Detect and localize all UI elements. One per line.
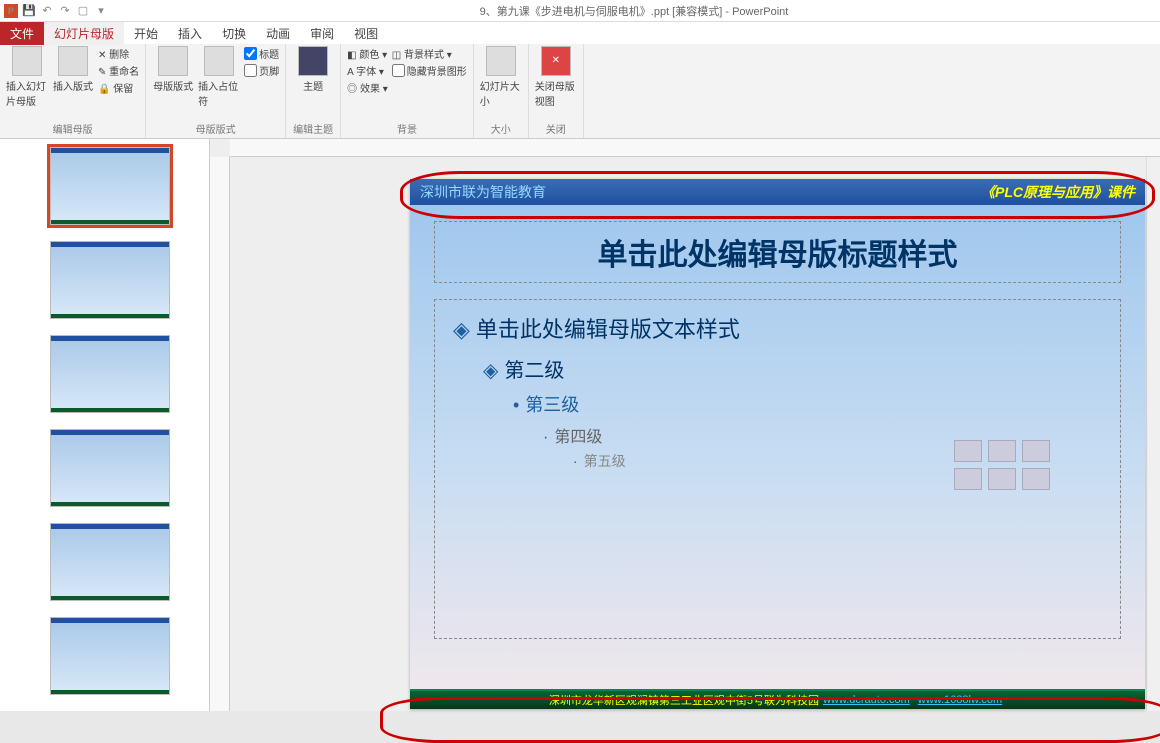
footer-address: 深圳市龙华新区观澜镇第三工业区观中街5号联为科技园 bbox=[549, 692, 819, 708]
close-master-button[interactable]: ✕关闭母版视图 bbox=[535, 46, 577, 108]
work-area: 深圳市联为智能教育 《PLC原理与应用》课件 单击此处编辑母版标题样式 ◈单击此… bbox=[0, 139, 1160, 711]
tab-file[interactable]: 文件 bbox=[0, 22, 44, 45]
start-slideshow-icon[interactable]: ▢ bbox=[76, 4, 90, 18]
powerpoint-icon: P bbox=[4, 4, 18, 18]
redo-icon[interactable]: ↷ bbox=[58, 4, 72, 18]
title-bar: P 💾 ↶ ↷ ▢ ▾ 9、第九课《步进电机与伺服电机》.ppt [兼容模式] … bbox=[0, 0, 1160, 22]
footer-link-2[interactable]: www.1688lw.com bbox=[918, 694, 1002, 706]
title-checkbox[interactable]: 标题 bbox=[244, 46, 279, 61]
insert-smartart-icon[interactable] bbox=[1022, 440, 1050, 462]
vertical-scrollbar[interactable] bbox=[1146, 157, 1160, 711]
insert-slide-master-button[interactable]: 插入幻灯片母版 bbox=[6, 46, 48, 108]
tab-slide-master[interactable]: 幻灯片母版 bbox=[44, 22, 124, 45]
master-layout-button[interactable]: 母版版式 bbox=[152, 46, 194, 93]
ribbon: 插入幻灯片母版 插入版式 ✕ 删除 ✎ 重命名 🔒 保留 编辑母版 母版版式 插… bbox=[0, 44, 1160, 139]
slide-header-bar: 深圳市联为智能教育 《PLC原理与应用》课件 bbox=[410, 179, 1145, 205]
thumbnail-layout[interactable] bbox=[50, 335, 170, 413]
thumbnail-master[interactable] bbox=[50, 147, 170, 225]
qat-dropdown-icon[interactable]: ▾ bbox=[94, 4, 108, 18]
delete-button[interactable]: ✕ 删除 bbox=[98, 46, 139, 61]
text-level-2: ◈第二级 bbox=[483, 354, 1102, 383]
text-level-1: ◈单击此处编辑母版文本样式 bbox=[453, 312, 1102, 344]
footer-link-1[interactable]: www.dcrauto.com bbox=[823, 694, 910, 706]
thumbnail-pane[interactable] bbox=[0, 139, 210, 711]
tab-review[interactable]: 审阅 bbox=[300, 22, 344, 45]
ribbon-group-size: 幻灯片大小 大小 bbox=[474, 44, 529, 138]
colors-button[interactable]: ◧ 颜色 ▾ bbox=[347, 46, 388, 61]
tab-view[interactable]: 视图 bbox=[344, 22, 388, 45]
ribbon-group-background: ◧ 颜色 ▾ A 字体 ▾ ◎ 效果 ▾ ◫ 背景样式 ▾ 隐藏背景图形 背景 bbox=[341, 44, 474, 138]
master-title-placeholder[interactable]: 单击此处编辑母版标题样式 bbox=[434, 221, 1121, 283]
bg-styles-button[interactable]: ◫ 背景样式 ▾ bbox=[392, 46, 467, 61]
slide-master[interactable]: 深圳市联为智能教育 《PLC原理与应用》课件 单击此处编辑母版标题样式 ◈单击此… bbox=[410, 179, 1145, 709]
insert-online-picture-icon[interactable] bbox=[988, 468, 1016, 490]
text-level-3: •第三级 bbox=[513, 391, 1102, 417]
thumbnail-layout[interactable] bbox=[50, 617, 170, 695]
insert-placeholder-button[interactable]: 插入占位符 bbox=[198, 46, 240, 108]
footer-checkbox[interactable]: 页脚 bbox=[244, 63, 279, 78]
tab-transition[interactable]: 切换 bbox=[212, 22, 256, 45]
ribbon-group-edit-theme: 主题 编辑主题 bbox=[286, 44, 341, 138]
canvas-area: 深圳市联为智能教育 《PLC原理与应用》课件 单击此处编辑母版标题样式 ◈单击此… bbox=[210, 139, 1160, 711]
ribbon-tabs: 文件 幻灯片母版 开始 插入 切换 动画 审阅 视图 bbox=[0, 22, 1160, 44]
slide-footer-bar: 深圳市龙华新区观澜镇第三工业区观中街5号联为科技园 www.dcrauto.co… bbox=[410, 689, 1145, 709]
tab-animation[interactable]: 动画 bbox=[256, 22, 300, 45]
insert-chart-icon[interactable] bbox=[988, 440, 1016, 462]
ribbon-group-master-layout: 母版版式 插入占位符 标题 页脚 母版版式 bbox=[146, 44, 286, 138]
master-body-placeholder[interactable]: ◈单击此处编辑母版文本样式 ◈第二级 •第三级 ·第四级 ·第五级 bbox=[434, 299, 1121, 639]
tab-insert[interactable]: 插入 bbox=[168, 22, 212, 45]
save-icon[interactable]: 💾 bbox=[22, 4, 36, 18]
rename-button[interactable]: ✎ 重命名 bbox=[98, 63, 139, 78]
effects-button[interactable]: ◎ 效果 ▾ bbox=[347, 80, 388, 95]
window-title: 9、第九课《步进电机与伺服电机》.ppt [兼容模式] - PowerPoint bbox=[108, 3, 1160, 19]
slide-header-right: 《PLC原理与应用》课件 bbox=[981, 182, 1135, 202]
ribbon-group-close: ✕关闭母版视图 关闭 bbox=[529, 44, 584, 138]
tab-home[interactable]: 开始 bbox=[124, 22, 168, 45]
content-placeholder-icons bbox=[954, 440, 1050, 490]
fonts-button[interactable]: A 字体 ▾ bbox=[347, 63, 388, 78]
vertical-ruler bbox=[210, 157, 230, 711]
quick-access-toolbar: P 💾 ↶ ↷ ▢ ▾ bbox=[0, 4, 108, 18]
slide-size-button[interactable]: 幻灯片大小 bbox=[480, 46, 522, 108]
insert-table-icon[interactable] bbox=[954, 440, 982, 462]
thumbnail-layout[interactable] bbox=[50, 429, 170, 507]
insert-video-icon[interactable] bbox=[1022, 468, 1050, 490]
insert-layout-button[interactable]: 插入版式 bbox=[52, 46, 94, 93]
thumbnail-layout[interactable] bbox=[50, 241, 170, 319]
hide-bg-checkbox[interactable]: 隐藏背景图形 bbox=[392, 63, 467, 78]
theme-button[interactable]: 主题 bbox=[292, 46, 334, 93]
undo-icon[interactable]: ↶ bbox=[40, 4, 54, 18]
horizontal-ruler bbox=[230, 139, 1160, 157]
ribbon-group-edit-master: 插入幻灯片母版 插入版式 ✕ 删除 ✎ 重命名 🔒 保留 编辑母版 bbox=[0, 44, 146, 138]
slide-header-left: 深圳市联为智能教育 bbox=[420, 182, 546, 202]
thumbnail-layout[interactable] bbox=[50, 523, 170, 601]
preserve-button[interactable]: 🔒 保留 bbox=[98, 80, 139, 95]
insert-picture-icon[interactable] bbox=[954, 468, 982, 490]
